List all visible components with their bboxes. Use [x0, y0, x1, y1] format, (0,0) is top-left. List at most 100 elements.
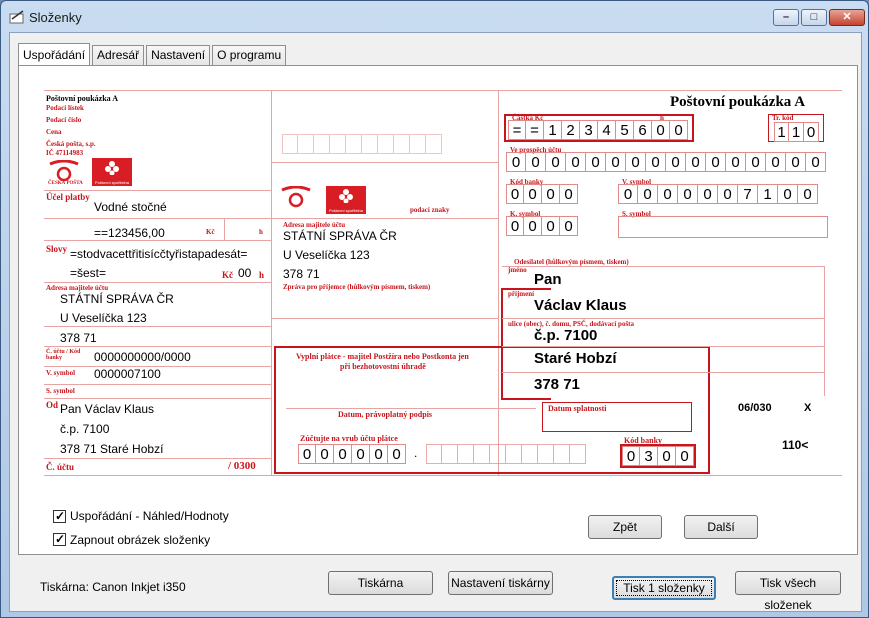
digit-cell: =	[508, 120, 526, 140]
label-cislo-uctu-kod: Č. účtu / Kód banky	[46, 349, 81, 361]
label-prijmeni: příjmení	[508, 290, 535, 298]
label-kc-2: Kč	[222, 270, 233, 280]
dalsi-button[interactable]: Další	[684, 515, 758, 539]
tr-kod-digits: 110	[774, 122, 819, 142]
value-amount-left: ==123456,00	[94, 226, 165, 240]
minimize-button[interactable]: –	[773, 9, 799, 26]
close-button[interactable]: ✕	[829, 9, 865, 26]
digit-cell: 0	[658, 446, 676, 466]
tab-usporadani[interactable]: Uspořádání	[18, 43, 91, 65]
usporadani-checkbox[interactable]: ✓	[53, 509, 66, 523]
line	[502, 372, 824, 373]
digit-cell: 5	[616, 120, 634, 140]
form-border-bottom	[44, 475, 842, 476]
digit-cell: 0	[706, 152, 726, 172]
value-ocr: 110<	[782, 438, 809, 452]
value-ucet-left: 0000000000/0000	[94, 350, 191, 364]
value-vsym-left: 0000007100	[94, 367, 161, 381]
digit-cell: 4	[598, 120, 616, 140]
tab-o-programu[interactable]: O programu	[212, 45, 287, 65]
faint-digit-grid-2	[426, 444, 586, 464]
maximize-icon: □	[810, 11, 818, 23]
value-addr-mid-1: STÁTNÍ SPRÁVA ČR	[283, 229, 397, 243]
digit-cell: 0	[334, 444, 352, 464]
line	[271, 162, 498, 163]
label-ucet-suffix: / 0300	[228, 460, 256, 472]
nastaveni-tiskarny-button[interactable]: Nastavení tiskárny	[448, 571, 553, 595]
digit-cell: 2	[562, 120, 580, 140]
label-od: Od	[46, 400, 59, 410]
label-c-uctu: Č. účtu	[46, 462, 75, 472]
close-icon: ✕	[842, 11, 852, 23]
label-podaci-listek: Podací lístek	[46, 104, 84, 112]
tisk-vsech-button[interactable]: Tisk všech složenek	[735, 571, 841, 612]
line	[502, 266, 824, 267]
digit-cell: 0	[766, 152, 786, 172]
value-slovy-1: =stodvacettřitisícčtyřistapadesát=	[70, 247, 248, 261]
zpet-button[interactable]: Zpět	[588, 515, 662, 539]
tisk-1-button[interactable]: Tisk 1 složenky	[612, 576, 716, 600]
digit-cell: 0	[586, 152, 606, 172]
value-od-1: Pan Václav Klaus	[60, 402, 155, 416]
value-ucet-platce-dot: .	[414, 446, 418, 460]
postovni-sporitelna-logo: Poštovní spořitelna	[92, 158, 132, 186]
label-ucel-platby: Účel platby	[46, 192, 90, 202]
digit-cell: 0	[778, 184, 798, 204]
value-addr-left-1: STÁTNÍ SPRÁVA ČR	[60, 292, 174, 306]
tab-nastaveni[interactable]: Nastavení	[146, 45, 211, 65]
digit-cell: 1	[758, 184, 778, 204]
maximize-button[interactable]: □	[801, 9, 827, 26]
digit-cell: 0	[698, 184, 718, 204]
value-jmeno: Pan	[534, 271, 562, 288]
label-datum-splatnosti: Datum splatnosti	[548, 404, 607, 413]
focus-rect	[616, 580, 712, 596]
label-zuctujte: Zúčtujte na vrub účtu plátce	[300, 434, 398, 443]
kod-banky-bottom-digits: 0300	[620, 444, 696, 468]
digit-cell: 0	[646, 152, 666, 172]
digit-cell: 0	[626, 152, 646, 172]
digit-cell: 3	[580, 120, 598, 140]
digit-cell: 0	[658, 184, 678, 204]
ceska-posta-logo-text: ČESKÁ POŠTA	[48, 181, 83, 186]
faint-digit-grid	[282, 134, 442, 154]
tiskarna-button[interactable]: Tiskárna	[328, 571, 433, 595]
line	[44, 282, 271, 283]
header-small: Poštovní poukázka A	[46, 94, 119, 103]
value-prijmeni: Václav Klaus	[534, 297, 627, 314]
line	[502, 346, 824, 347]
digit-cell: 0	[560, 184, 578, 204]
window-title: Složenky	[29, 10, 82, 25]
digit-cell: 0	[666, 152, 686, 172]
digit-cell: 0	[542, 184, 560, 204]
line	[271, 218, 498, 219]
label-h-2: h	[259, 270, 265, 280]
label-h: h	[259, 228, 263, 236]
line	[44, 398, 271, 399]
value-obec: Staré Hobzí	[534, 350, 617, 367]
s-symbol-box	[618, 216, 828, 238]
digit-cell: 0	[546, 152, 566, 172]
label-tr-kod: Tr. kód	[772, 114, 794, 122]
check-icon: ✓	[55, 532, 66, 546]
perforation-left	[271, 90, 272, 476]
label-adresa-majitele-left: Adresa majitele účtu	[46, 284, 109, 292]
zapnout-checkbox[interactable]: ✓	[53, 532, 66, 546]
digit-cell: 0	[524, 216, 542, 236]
form-border-top	[44, 90, 842, 91]
label-podaci-znaky: podací znaky	[410, 206, 450, 214]
line	[44, 326, 271, 327]
line	[271, 318, 498, 319]
digit-cell: 0	[746, 152, 766, 172]
value-psc: 378 71	[534, 376, 580, 393]
value-form-id: 06/030	[738, 402, 772, 414]
label-cena: Cena	[46, 128, 62, 136]
header-big: Poštovní poukázka A	[670, 94, 806, 110]
digit-cell: 0	[506, 216, 524, 236]
tab-adresar[interactable]: Adresář	[92, 45, 145, 65]
digit-cell: 0	[524, 184, 542, 204]
label-vyplni: Vyplní plátce - majitel Postžíra nebo Po…	[296, 352, 469, 361]
line	[502, 318, 824, 319]
flower-icon	[339, 189, 353, 203]
v-symbol-digits: 0000007100	[618, 184, 818, 204]
digit-cell: 7	[738, 184, 758, 204]
